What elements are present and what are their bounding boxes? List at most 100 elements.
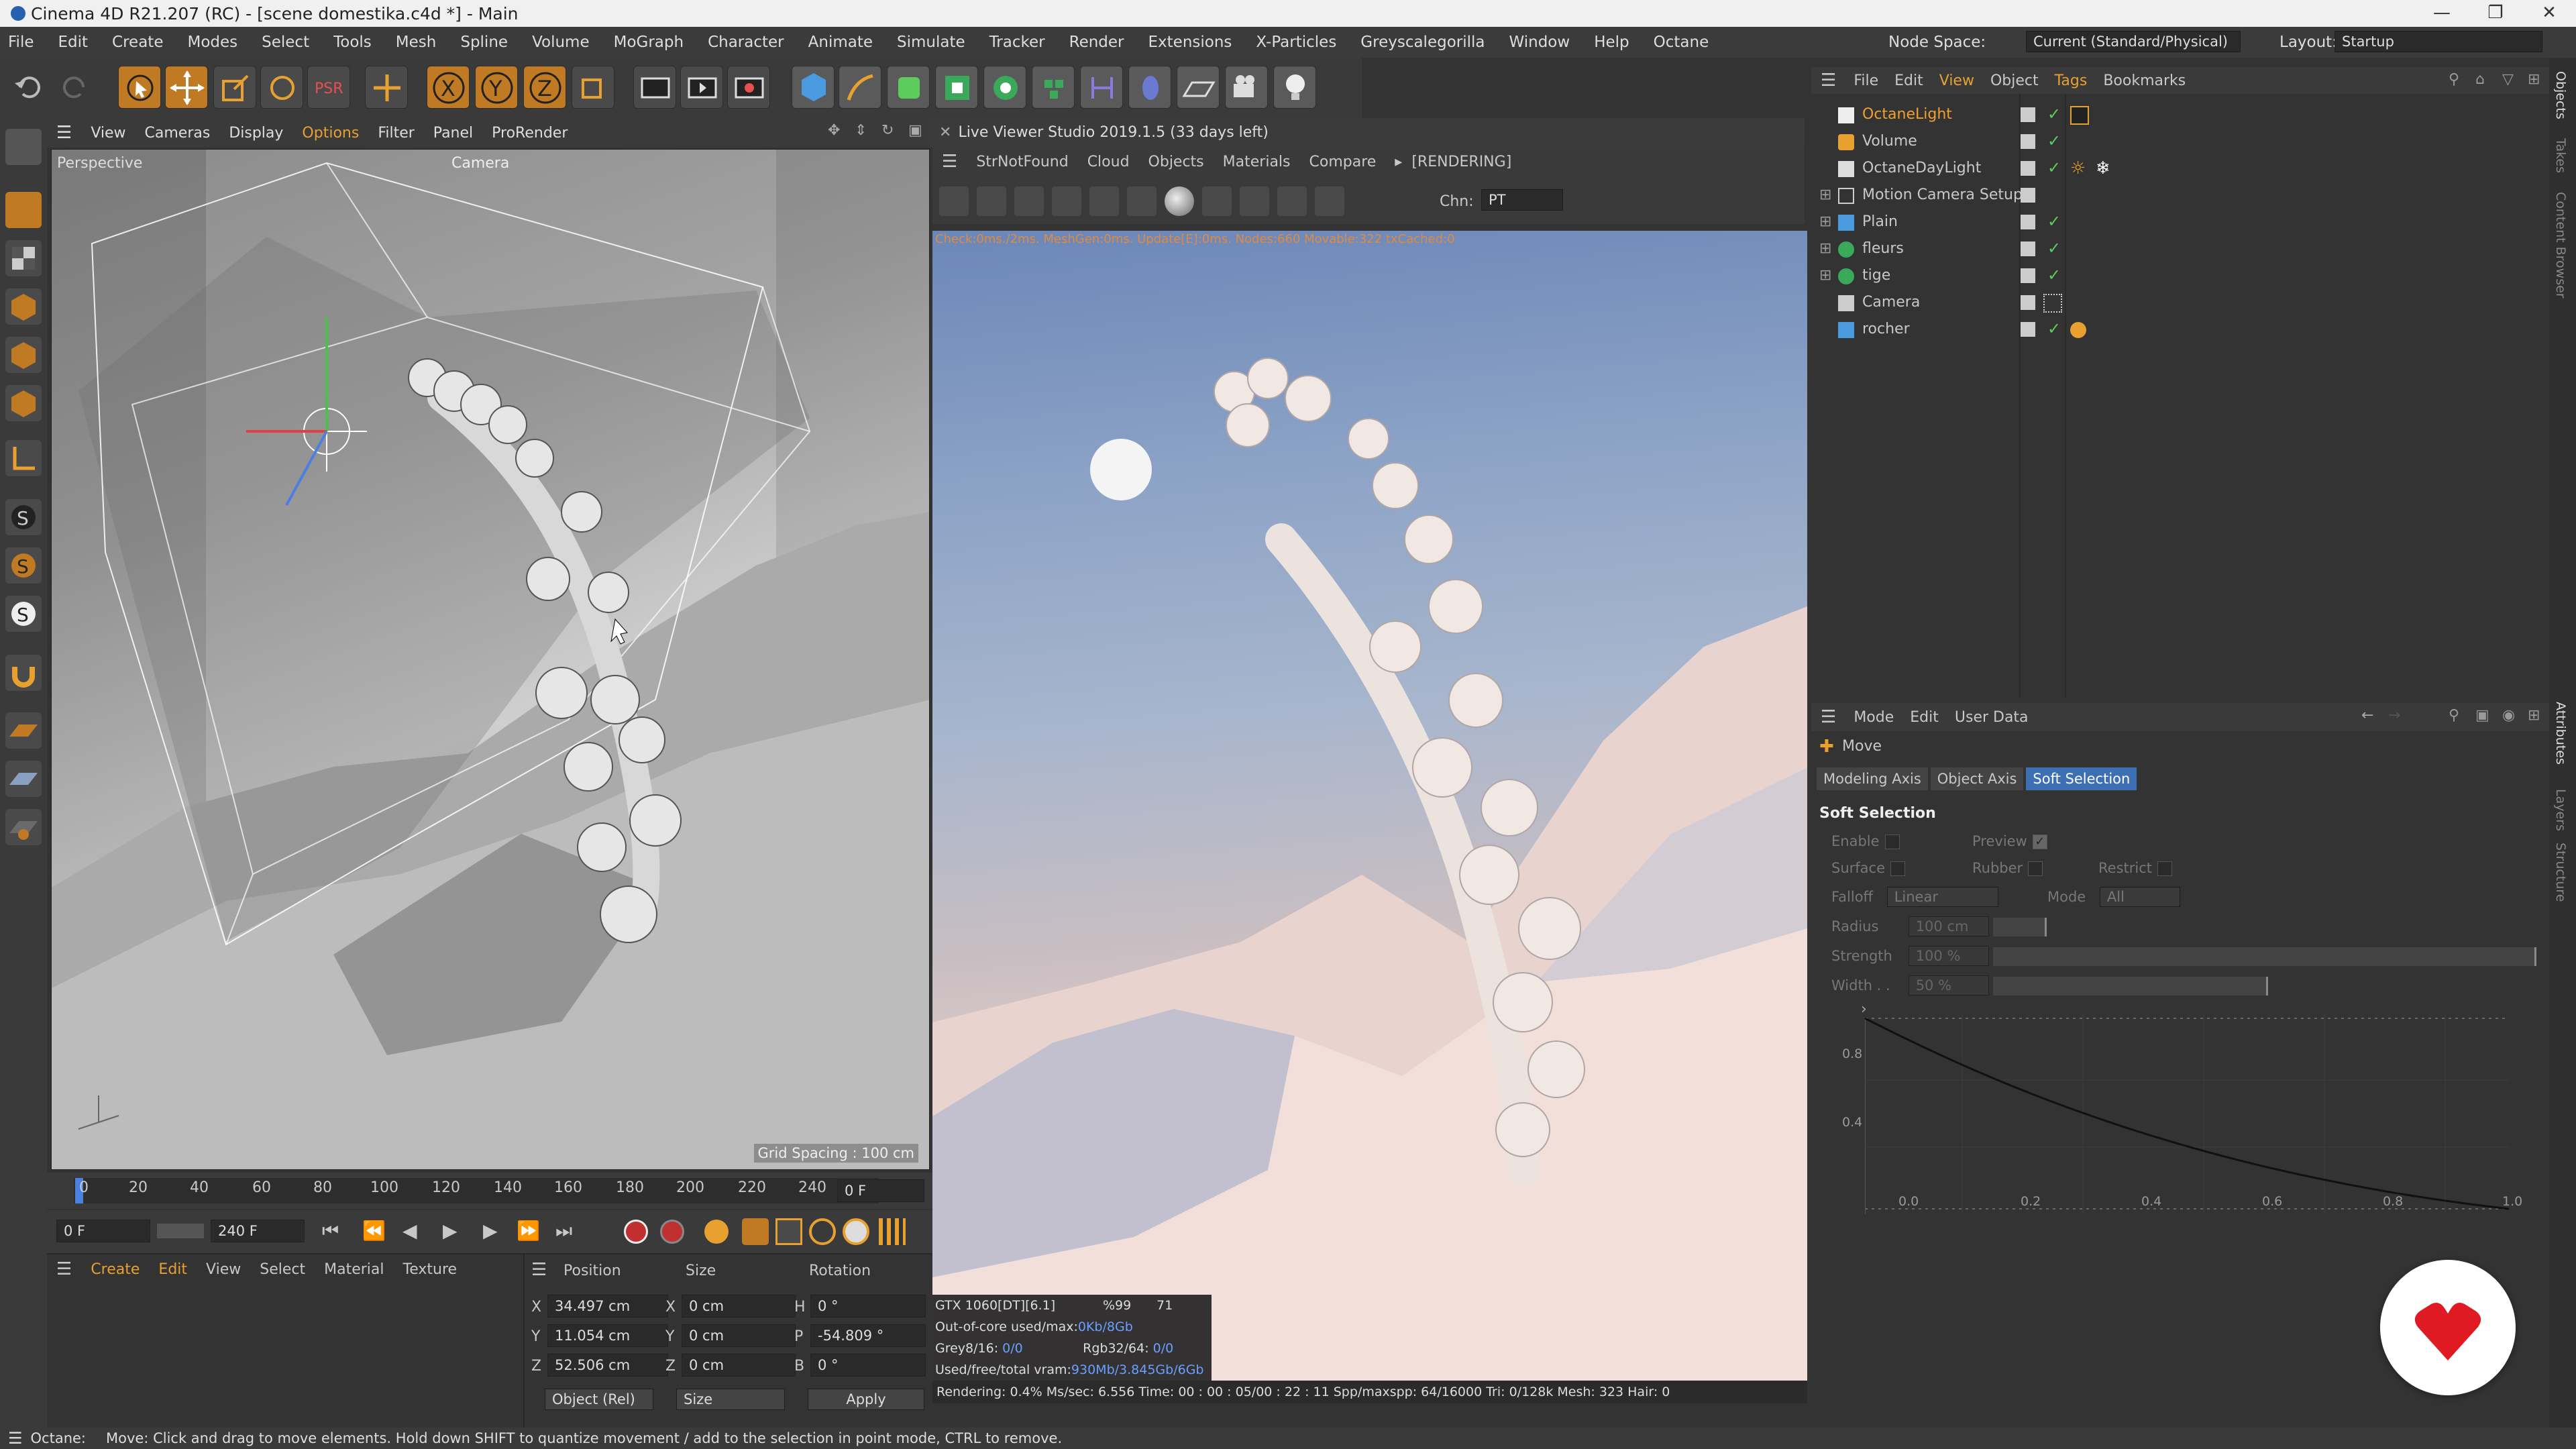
- viewport-menu-view[interactable]: View: [81, 125, 135, 142]
- enable-checkbox[interactable]: [1884, 835, 1900, 849]
- material-tag-icon[interactable]: [2070, 322, 2086, 338]
- b-rotation-field[interactable]: 0 °: [810, 1354, 926, 1377]
- render-settings-icon[interactable]: [727, 66, 770, 109]
- x-size-field[interactable]: 0 cm: [682, 1295, 796, 1318]
- enabled-check-icon[interactable]: ✓: [2047, 105, 2061, 123]
- subdivision-surface-icon[interactable]: [887, 66, 930, 109]
- y-position-field[interactable]: 11.054 cm: [547, 1324, 668, 1347]
- viewport-menu-prorender[interactable]: ProRender: [482, 125, 577, 142]
- enabled-check-icon[interactable]: ✓: [2047, 131, 2061, 150]
- visibility-toggle-icon[interactable]: [2021, 215, 2035, 229]
- keyframe-selection-icon[interactable]: [704, 1220, 729, 1244]
- key-rotation-icon[interactable]: [809, 1218, 836, 1245]
- enabled-check-icon[interactable]: ✓: [2047, 239, 2061, 258]
- restore-button[interactable]: ❐: [2469, 0, 2522, 27]
- expand-icon[interactable]: ⊞: [1819, 240, 1831, 257]
- material-ball-icon[interactable]: [1165, 186, 1194, 216]
- menu-mesh[interactable]: Mesh: [384, 34, 449, 51]
- object-row-tige[interactable]: ⊞ tige ✓: [1811, 263, 2549, 290]
- attr-search-icon[interactable]: ⚲: [2449, 707, 2459, 724]
- attr-menu-edit[interactable]: Edit: [1902, 709, 1947, 726]
- tab-soft-selection[interactable]: Soft Selection: [2026, 767, 2137, 790]
- status-hamburger-icon[interactable]: ☰: [0, 1429, 31, 1448]
- menu-volume[interactable]: Volume: [520, 34, 602, 51]
- axis-mode-icon[interactable]: [5, 440, 42, 476]
- model-mode-icon[interactable]: [5, 192, 42, 228]
- menu-spline[interactable]: Spline: [448, 34, 520, 51]
- menu-select[interactable]: Select: [250, 34, 321, 51]
- magnet-icon[interactable]: [5, 655, 42, 691]
- menu-x-particles[interactable]: X-Particles: [1244, 34, 1348, 51]
- live-viewer-close-icon[interactable]: ✕: [932, 124, 958, 141]
- send-scene-icon[interactable]: [939, 186, 969, 216]
- obj-filter-icon[interactable]: ▽: [2502, 71, 2514, 88]
- lv-menu-cloud[interactable]: Cloud: [1078, 154, 1139, 170]
- cube-primitive-icon[interactable]: [792, 66, 835, 109]
- material-menu-edit[interactable]: Edit: [149, 1261, 197, 1278]
- side-tab-structure[interactable]: Structure: [2553, 843, 2568, 902]
- surface-checkbox[interactable]: [1890, 861, 1906, 876]
- side-tab-objects[interactable]: Objects: [2553, 71, 2568, 119]
- falloff-select[interactable]: Linear: [1886, 887, 1998, 907]
- lv-menu-objects[interactable]: Objects: [1139, 154, 1214, 170]
- goto-start-icon[interactable]: ⏮: [322, 1220, 339, 1242]
- x-position-field[interactable]: 34.497 cm: [547, 1295, 668, 1318]
- minimize-button[interactable]: —: [2415, 0, 2469, 27]
- enabled-check-icon[interactable]: ✓: [2047, 158, 2061, 177]
- psr-tool-icon[interactable]: PSR: [307, 66, 350, 109]
- object-row-octanedaylight[interactable]: OctaneDayLight ✓ ☼ ❄: [1811, 156, 2549, 182]
- layout-select[interactable]: Startup: [2334, 31, 2542, 52]
- preview-checkbox[interactable]: ✓: [2032, 835, 2047, 849]
- workplane-icon[interactable]: [5, 712, 42, 749]
- attr-settings-icon[interactable]: ◉: [2502, 707, 2515, 724]
- radius-field[interactable]: 100 cm: [1908, 916, 1989, 936]
- lv-menu-strnotfound[interactable]: StrNotFound: [967, 154, 1077, 170]
- prev-key-icon[interactable]: ⏪: [362, 1220, 386, 1242]
- menu-tracker[interactable]: Tracker: [977, 34, 1057, 51]
- coord-hamburger-icon[interactable]: ☰: [531, 1260, 547, 1280]
- z-size-field[interactable]: 0 cm: [682, 1354, 796, 1377]
- scale-tool-icon[interactable]: [213, 66, 256, 109]
- point-mode-icon[interactable]: [5, 288, 42, 325]
- subsampling-icon[interactable]: [1240, 186, 1269, 216]
- material-hamburger-icon[interactable]: ☰: [47, 1259, 81, 1279]
- menu-modes[interactable]: Modes: [175, 34, 250, 51]
- material-menu-create[interactable]: Create: [81, 1261, 149, 1278]
- live-viewer-hamburger-icon[interactable]: ☰: [932, 152, 967, 172]
- side-tab-takes[interactable]: Takes: [2553, 138, 2568, 173]
- pen-spline-icon[interactable]: [839, 66, 881, 109]
- viewport-menu-cameras[interactable]: Cameras: [136, 125, 220, 142]
- menu-help[interactable]: Help: [1582, 34, 1641, 51]
- attr-menu-user-data[interactable]: User Data: [1947, 709, 2037, 726]
- obj-search-icon[interactable]: ⚲: [2449, 71, 2459, 88]
- mode-select[interactable]: All: [2099, 887, 2180, 907]
- obj-menu-view[interactable]: View: [1931, 72, 1982, 89]
- auto-keying-icon[interactable]: [660, 1220, 684, 1244]
- obj-menu-bookmarks[interactable]: Bookmarks: [2095, 72, 2194, 89]
- current-frame-field[interactable]: 0 F: [837, 1179, 924, 1202]
- clay-mode-icon[interactable]: [1202, 186, 1232, 216]
- goto-end-icon[interactable]: ⏭: [555, 1220, 572, 1242]
- menu-mograph[interactable]: MoGraph: [602, 34, 696, 51]
- menu-file[interactable]: File: [0, 34, 46, 51]
- viewport-menu-display[interactable]: Display: [219, 125, 292, 142]
- obj-menu-file[interactable]: File: [1845, 72, 1886, 89]
- next-key-icon[interactable]: ⏩: [517, 1220, 540, 1242]
- coordinate-system-icon[interactable]: [572, 66, 614, 109]
- menu-tools[interactable]: Tools: [321, 34, 384, 51]
- rubber-checkbox[interactable]: [2028, 861, 2043, 876]
- octane-light-tag-icon[interactable]: [2070, 106, 2089, 125]
- apply-button[interactable]: Apply: [808, 1389, 924, 1410]
- obj-menu-edit[interactable]: Edit: [1886, 72, 1931, 89]
- menu-animate[interactable]: Animate: [796, 34, 885, 51]
- side-tab-layers[interactable]: Layers: [2553, 789, 2568, 831]
- material-menu-texture[interactable]: Texture: [394, 1261, 467, 1278]
- cloner-icon[interactable]: [983, 66, 1026, 109]
- snap-icon[interactable]: S: [5, 499, 42, 535]
- object-row-camera[interactable]: Camera: [1811, 290, 2549, 317]
- restrict-checkbox[interactable]: [2157, 861, 2172, 876]
- record-keys-icon[interactable]: [624, 1220, 648, 1244]
- 3d-viewport[interactable]: Perspective Camera Grid Spacing : 100 cm: [51, 149, 930, 1170]
- expand-icon[interactable]: ⊞: [1819, 213, 1831, 230]
- camera-icon[interactable]: [1225, 66, 1268, 109]
